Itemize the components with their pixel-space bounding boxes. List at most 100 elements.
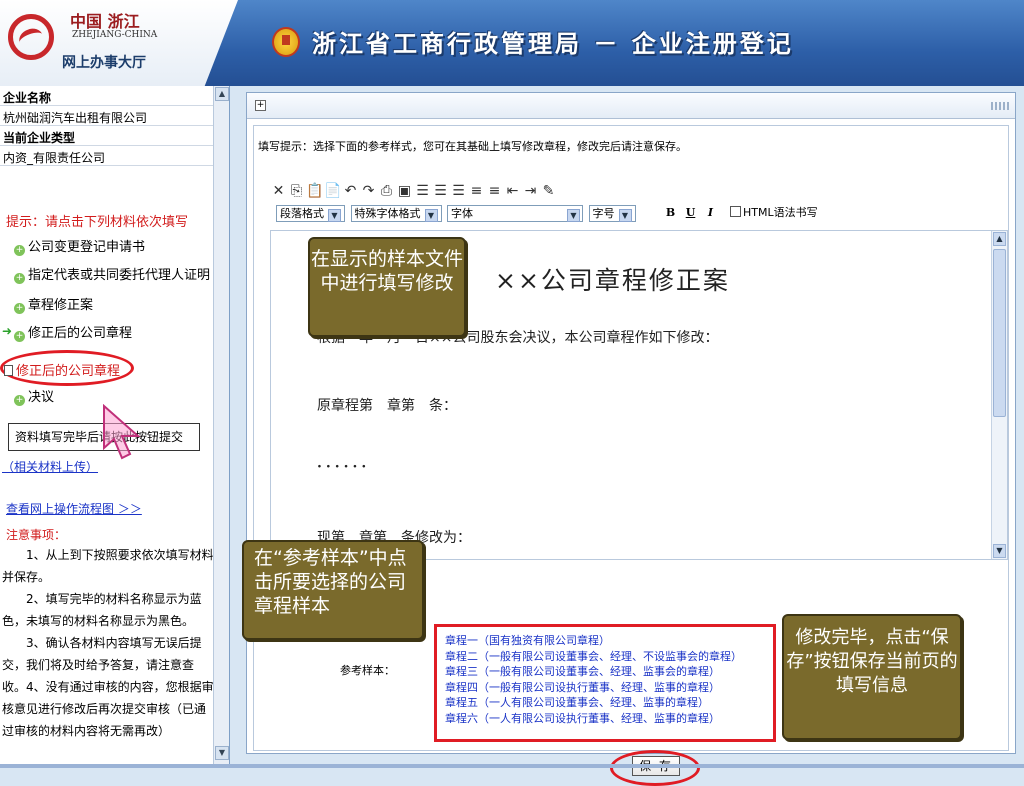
reference-sample-link[interactable]: 章程二（一般有限公司设董事会、经理、不设监事会的章程）	[445, 649, 773, 665]
note-item: 4、没有通过审核的内容，您根据审核意见进行修改后再次提交审核（已通过审核的材料内…	[2, 680, 214, 738]
reference-sample-link[interactable]: 章程三（一般有限公司设董事会、经理、监事会的章程）	[445, 664, 773, 680]
sidebar-scrollbar[interactable]: ▲ ▼	[213, 86, 229, 768]
sidebar-item-agent-certificate[interactable]: + 指定代表或共同委托代理人证明	[14, 264, 210, 284]
logo-panel: 中国 浙江 ZHEJIANG-CHINA 网上办事大厅	[0, 0, 238, 86]
grip-icon	[991, 102, 1009, 110]
plus-icon: +	[14, 331, 25, 342]
outdent-icon[interactable]: ⇤	[504, 182, 522, 200]
reference-sample-link[interactable]: 章程五（一人有限公司设董事会、经理、监事的章程）	[445, 695, 773, 711]
chevron-down-icon: ▼	[567, 208, 580, 222]
format-toolbar: 段落格式 ▼ 特殊字体格式 ▼ 字体 ▼ 字号 ▼ BUI HTML语法书写	[276, 204, 818, 224]
callout-save-hint: 修改完毕，点击“保存”按钮保存当前页的填写信息	[782, 614, 962, 740]
italic-button[interactable]: I	[701, 206, 721, 219]
sidebar-item-label: 修正后的公司章程	[28, 326, 133, 341]
paragraph-format-select[interactable]: 段落格式 ▼	[276, 204, 345, 222]
document-line: 原章程第 章第 条：	[317, 398, 457, 414]
paste-icon[interactable]: 📋	[306, 182, 324, 200]
reference-sample-label: 参考样本：	[340, 664, 395, 677]
sidebar-item-resolution[interactable]: + 决议	[14, 386, 54, 406]
print-icon[interactable]: ⎙	[378, 182, 396, 200]
current-arrow-icon: ➜	[2, 324, 13, 338]
sidebar-item-change-application[interactable]: + 公司变更登记申请书	[14, 236, 145, 256]
reference-sample-list: 章程一（国有独资有限公司章程） 章程二（一般有限公司设董事会、经理、不设监事会的…	[434, 624, 776, 742]
plus-icon: +	[14, 273, 25, 284]
frame-titlebar: +	[247, 93, 1015, 119]
select-value: 特殊字体格式	[354, 206, 421, 220]
mouse-cursor-icon	[103, 404, 141, 460]
bureau-emblem-icon	[272, 27, 300, 57]
company-type-value: 内资_有限责任公司	[3, 151, 106, 165]
zhejiang-logo-icon	[8, 14, 54, 60]
upload-materials-link[interactable]: （相关材料上传）	[2, 458, 98, 475]
reference-sample-link[interactable]: 章程四（一般有限公司设执行董事、经理、监事的章程）	[445, 680, 773, 696]
sidebar-item-label: 决议	[28, 390, 55, 405]
notes-title: 注意事项：	[6, 528, 67, 542]
indent-icon[interactable]: ⇥	[522, 182, 540, 200]
html-mode-label: HTML语法书写	[743, 206, 818, 219]
sidebar-item-revised-charter[interactable]: + 修正后的公司章程	[14, 322, 132, 342]
clear-format-icon[interactable]: ✎	[540, 182, 558, 200]
html-mode-checkbox[interactable]	[730, 206, 741, 217]
font-size-select[interactable]: 字号 ▼	[588, 204, 636, 222]
select-value: 字号	[592, 206, 615, 220]
chevron-down-icon: ▼	[618, 208, 632, 222]
company-type-row: 内资_有限责任公司	[0, 146, 214, 166]
sidebar-item-label: 公司变更登记申请书	[28, 240, 146, 255]
sidebar-hint: 提示：请点击下列材料依次填写	[6, 215, 189, 230]
align-left-icon[interactable]: ☰	[414, 182, 432, 200]
company-name-label: 企业名称	[3, 91, 52, 105]
select-value: 段落格式	[280, 206, 324, 220]
unordered-list-icon[interactable]: ≡	[486, 182, 504, 200]
scroll-thumb[interactable]	[993, 249, 1006, 417]
company-type-label-row: 当前企业类型	[0, 126, 214, 146]
undo-icon[interactable]: ↶	[342, 182, 360, 200]
org-name-cn: 中国 浙江	[70, 12, 140, 31]
expand-icon[interactable]: +	[255, 100, 266, 111]
copy-icon[interactable]: ⎘	[288, 182, 306, 200]
sidebar-item-label: 修正后的公司章程	[16, 364, 121, 379]
chevron-down-icon: ▼	[424, 208, 438, 222]
scroll-up-icon[interactable]: ▲	[993, 232, 1006, 246]
select-value: 字体	[451, 206, 473, 220]
plus-icon: +	[14, 245, 25, 256]
align-center-icon[interactable]: ☰	[432, 182, 450, 200]
note-item: 1、从上到下按照要求依次填写材料并保存。	[2, 548, 214, 584]
callout-choose-sample: 在“参考样本”中点击所要选择的公司章程样本	[242, 540, 424, 640]
company-name-row: 杭州础润汽车出租有限公司	[0, 106, 214, 126]
align-right-icon[interactable]: ☰	[450, 182, 468, 200]
fill-tip: 填写提示：选择下面的参考样式，您可在其基础上填写修改章程，修改完后请注意保存。	[258, 140, 687, 153]
ordered-list-icon[interactable]: ≡	[468, 182, 486, 200]
document-icon	[4, 365, 13, 376]
editor-scrollbar[interactable]: ▲ ▼	[991, 231, 1007, 559]
scroll-down-icon[interactable]: ▼	[215, 746, 229, 760]
bold-button[interactable]: B	[661, 206, 681, 219]
font-family-select[interactable]: 字体 ▼	[447, 204, 583, 222]
scroll-up-icon[interactable]: ▲	[215, 87, 229, 101]
org-name-en: ZHEJIANG-CHINA	[72, 30, 158, 40]
sidebar-item-label: 章程修正案	[28, 298, 94, 313]
editor-toolbar: ✕ ⎘ 📋📄 ↶ ↷ ⎙ ▣ ☰ ☰ ☰ ≡ ≡ ⇤ ⇥ ✎	[270, 182, 558, 202]
view-flowchart-link[interactable]: 查看网上操作流程图 ＞＞	[6, 500, 142, 517]
cut-icon[interactable]: ✕	[270, 182, 288, 200]
plus-icon: +	[14, 395, 25, 406]
redo-icon[interactable]: ↷	[360, 182, 378, 200]
company-name-label-row: 企业名称	[0, 86, 214, 106]
page-title: 浙江省工商行政管理局 － 企业注册登记	[312, 29, 794, 58]
scroll-down-icon[interactable]: ▼	[993, 544, 1006, 558]
plus-icon: +	[14, 303, 25, 314]
reference-sample-link[interactable]: 章程一（国有独资有限公司章程）	[445, 633, 773, 649]
document-line: ······	[317, 459, 371, 475]
bottom-border	[0, 764, 1024, 768]
save-icon[interactable]: ▣	[396, 182, 414, 200]
sidebar-item-amendment[interactable]: + 章程修正案	[14, 294, 93, 314]
company-type-label: 当前企业类型	[3, 131, 76, 145]
sidebar-item-current-document[interactable]: 修正后的公司章程	[4, 360, 120, 379]
font-style-select[interactable]: 特殊字体格式 ▼	[350, 204, 442, 222]
sidebar: 企业名称 杭州础润汽车出租有限公司 当前企业类型 内资_有限责任公司 提示：请点…	[0, 86, 230, 768]
reference-sample-link[interactable]: 章程六（一人有限公司设执行董事、经理、监事的章程）	[445, 711, 773, 727]
underline-button[interactable]: U	[681, 206, 701, 219]
chevron-down-icon: ▼	[328, 208, 341, 222]
paste-word-icon[interactable]: 📄	[324, 182, 342, 200]
org-subtitle: 网上办事大厅	[62, 55, 146, 71]
note-item: 2、填写完毕的材料名称显示为蓝色，未填写的材料名称显示为黑色。	[2, 592, 202, 628]
